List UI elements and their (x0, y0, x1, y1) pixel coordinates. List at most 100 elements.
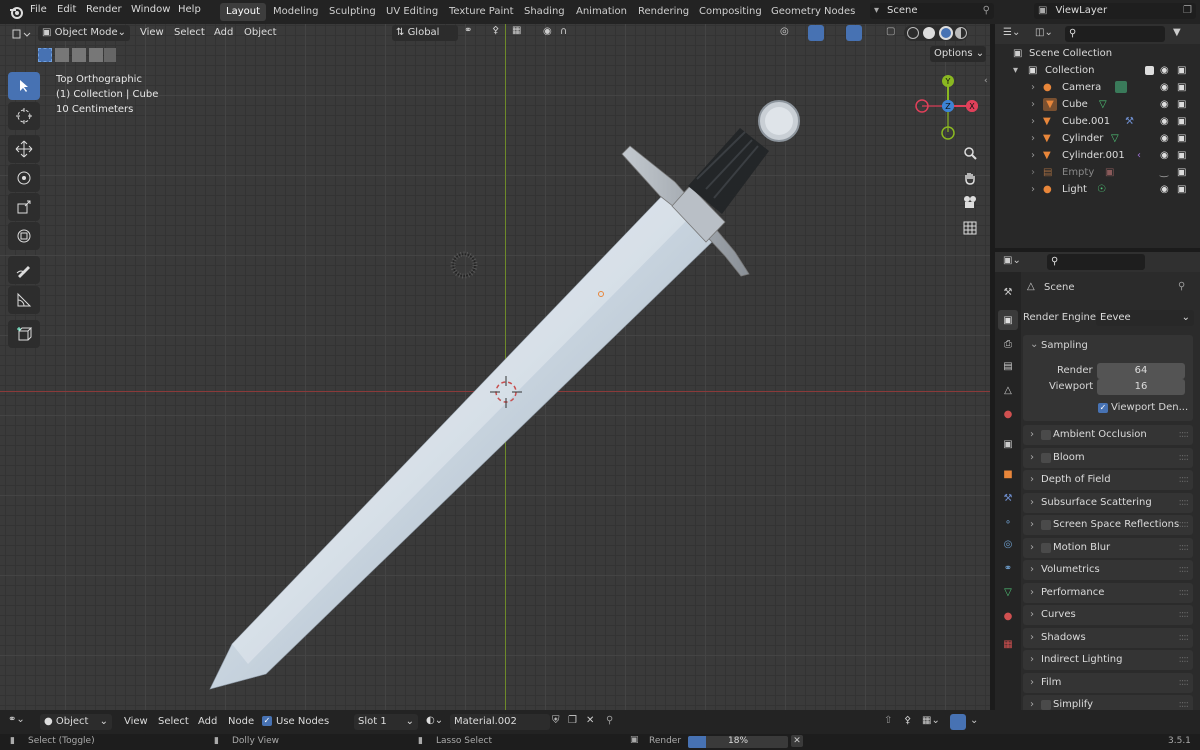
menu-file[interactable]: File (30, 4, 47, 15)
tab-texture[interactable]: ▦ (998, 634, 1018, 654)
menu-edit[interactable]: Edit (57, 4, 76, 15)
expand-chevron-icon[interactable]: › (1030, 583, 1034, 603)
outliner-row-cylinder[interactable]: › ▼ Cylinder ▽ ◉ ▣ (995, 130, 1200, 147)
expand-chevron-icon[interactable]: › (1031, 130, 1035, 147)
expand-chevron-icon[interactable]: › (1030, 673, 1034, 693)
tab-texture-paint[interactable]: Texture Paint (443, 3, 520, 21)
tab-uv-editing[interactable]: UV Editing (380, 3, 444, 21)
expand-chevron-icon[interactable]: › (1031, 164, 1035, 181)
panel-enable-checkbox[interactable] (1041, 452, 1051, 463)
expand-chevron-icon[interactable]: › (1030, 605, 1034, 625)
exclude-checkbox[interactable] (1145, 66, 1154, 75)
tab-output[interactable]: ⎙ (998, 334, 1018, 354)
pin-icon[interactable]: ⚲ (1178, 281, 1185, 292)
eye-icon[interactable]: ◉ (1160, 181, 1169, 198)
snap-target-icon[interactable]: ▦⌄ (922, 715, 940, 726)
eye-icon[interactable]: ◉ (1160, 147, 1169, 164)
expand-chevron-icon[interactable]: › (1031, 181, 1035, 198)
outliner-row-camera[interactable]: › ● Camera ◉ ▣ (995, 79, 1200, 96)
node-menu-view[interactable]: View (124, 716, 148, 727)
camera-render-icon[interactable]: ▣ (1177, 147, 1186, 164)
expand-chevron-icon[interactable]: › (1030, 515, 1034, 535)
node-menu-add[interactable]: Add (198, 716, 217, 727)
expand-chevron-icon[interactable]: ⌄ (1030, 339, 1038, 350)
chevron-down-icon[interactable]: ⌄ (970, 715, 978, 726)
panel-film[interactable]: › Film:::: (1023, 672, 1193, 693)
tab-object[interactable]: ■ (998, 464, 1018, 484)
tab-sculpting[interactable]: Sculpting (323, 3, 382, 21)
display-mode-icon[interactable]: ◫⌄ (1035, 27, 1053, 38)
panel-bloom[interactable]: › Bloom:::: (1023, 447, 1193, 468)
outliner-editor-icon[interactable]: ☰⌄ (1003, 27, 1020, 38)
outliner-row-light[interactable]: › ● Light ☉ ◉ ▣ (995, 181, 1200, 198)
outliner-row-cube[interactable]: › ▼ Cube ▽ ◉ ▣ (995, 96, 1200, 113)
properties-search-input[interactable]: ⚲ (1047, 254, 1145, 270)
expand-chevron-icon[interactable]: › (1030, 493, 1034, 513)
expand-chevron-icon[interactable]: ▾ (1013, 62, 1018, 79)
panel-indirect-lighting[interactable]: › Indirect Lighting:::: (1023, 650, 1193, 670)
panel-shadows[interactable]: › Shadows:::: (1023, 627, 1193, 648)
material-sphere-icon[interactable]: ◐⌄ (426, 715, 443, 726)
parent-node-icon[interactable]: ⇧ (884, 715, 892, 726)
drag-grip-icon[interactable]: :::: (1179, 650, 1190, 670)
tab-physics[interactable]: ◎ (998, 534, 1018, 554)
panel-motion-blur[interactable]: › Motion Blur:::: (1023, 537, 1193, 558)
camera-render-icon[interactable]: ▣ (1177, 79, 1186, 96)
panel-depth-of-field[interactable]: › Depth of Field:::: (1023, 470, 1193, 490)
tab-material[interactable]: ● (998, 606, 1018, 626)
expand-chevron-icon[interactable]: › (1031, 79, 1035, 96)
panel-enable-checkbox[interactable] (1041, 520, 1051, 530)
camera-render-icon[interactable]: ▣ (1177, 113, 1186, 130)
editor-type-icon[interactable]: ⚭⌄ (8, 714, 25, 725)
pin-icon[interactable]: ⚲ (983, 3, 990, 19)
panel-screen-space-reflections[interactable]: › Screen Space Reflections:::: (1023, 515, 1193, 535)
drag-grip-icon[interactable]: :::: (1179, 448, 1190, 468)
outliner-search-input[interactable]: ⚲ (1065, 26, 1165, 42)
drag-grip-icon[interactable]: :::: (1179, 560, 1190, 580)
cancel-render-button[interactable]: ✕ (791, 735, 803, 747)
drag-grip-icon[interactable]: :::: (1179, 628, 1190, 648)
viewport-samples-field[interactable]: 16 (1097, 379, 1185, 395)
unlink-material-icon[interactable]: ✕ (586, 715, 594, 726)
expand-chevron-icon[interactable]: › (1030, 425, 1034, 445)
menu-render[interactable]: Render (86, 4, 122, 15)
use-nodes-checkbox[interactable]: ✓ (262, 716, 272, 726)
panel-enable-checkbox[interactable] (1041, 700, 1051, 710)
tab-particles[interactable]: ∘ (998, 512, 1018, 532)
render-samples-field[interactable]: 64 (1097, 363, 1185, 379)
expand-chevron-icon[interactable]: › (1030, 538, 1034, 558)
menu-window[interactable]: Window (131, 4, 170, 15)
drag-grip-icon[interactable]: :::: (1179, 673, 1190, 693)
tab-constraints[interactable]: ⚭ (998, 558, 1018, 578)
tab-geometry-nodes[interactable]: Geometry Nodes (765, 3, 861, 21)
eye-icon[interactable]: ◉ (1160, 96, 1169, 113)
outliner-row-scene-collection[interactable]: ▣ Scene Collection (995, 45, 1200, 62)
expand-chevron-icon[interactable]: › (1030, 650, 1034, 670)
tab-data[interactable]: ▽ (998, 582, 1018, 602)
mesh-data-icon[interactable]: ▽ (1099, 96, 1107, 113)
outliner-row-collection[interactable]: ▾ ▣ Collection ◉ ▣ (995, 62, 1200, 79)
expand-chevron-icon[interactable]: › (1030, 448, 1034, 468)
duplicate-material-icon[interactable]: ❐ (568, 715, 577, 726)
panel-curves[interactable]: › Curves:::: (1023, 605, 1193, 625)
tab-tool[interactable]: ⚒ (998, 282, 1018, 302)
panel-performance[interactable]: › Performance:::: (1023, 582, 1193, 603)
drag-grip-icon[interactable]: :::: (1179, 538, 1190, 558)
tab-render[interactable]: ▣ (998, 310, 1018, 330)
scene-selector[interactable]: ▾ Scene ⚲ (870, 3, 994, 19)
expand-chevron-icon[interactable]: › (1030, 560, 1034, 580)
outliner-row-cube-001[interactable]: › ▼ Cube.001 ⚒ ◉ ▣ (995, 113, 1200, 130)
camera-render-icon[interactable]: ▣ (1177, 96, 1186, 113)
overlay-toggle-icon[interactable] (950, 714, 966, 730)
expand-chevron-icon[interactable]: › (1030, 628, 1034, 648)
outliner-row-empty[interactable]: › ▤ Empty ▣ ‿ ▣ (995, 164, 1200, 181)
tab-world[interactable]: ● (998, 404, 1018, 424)
light-data-icon[interactable]: ☉ (1097, 181, 1106, 198)
sword-model[interactable] (0, 24, 990, 710)
filter-icon[interactable]: ▼ (1173, 27, 1181, 38)
panel-enable-checkbox[interactable] (1041, 430, 1051, 440)
slot-dropdown[interactable]: Slot 1 ⌄ (354, 714, 418, 730)
eye-icon[interactable]: ◉ (1160, 113, 1169, 130)
tab-shading[interactable]: Shading (518, 3, 571, 21)
view-layer-selector[interactable]: ▣ ViewLayer ❐ (1034, 3, 1196, 19)
